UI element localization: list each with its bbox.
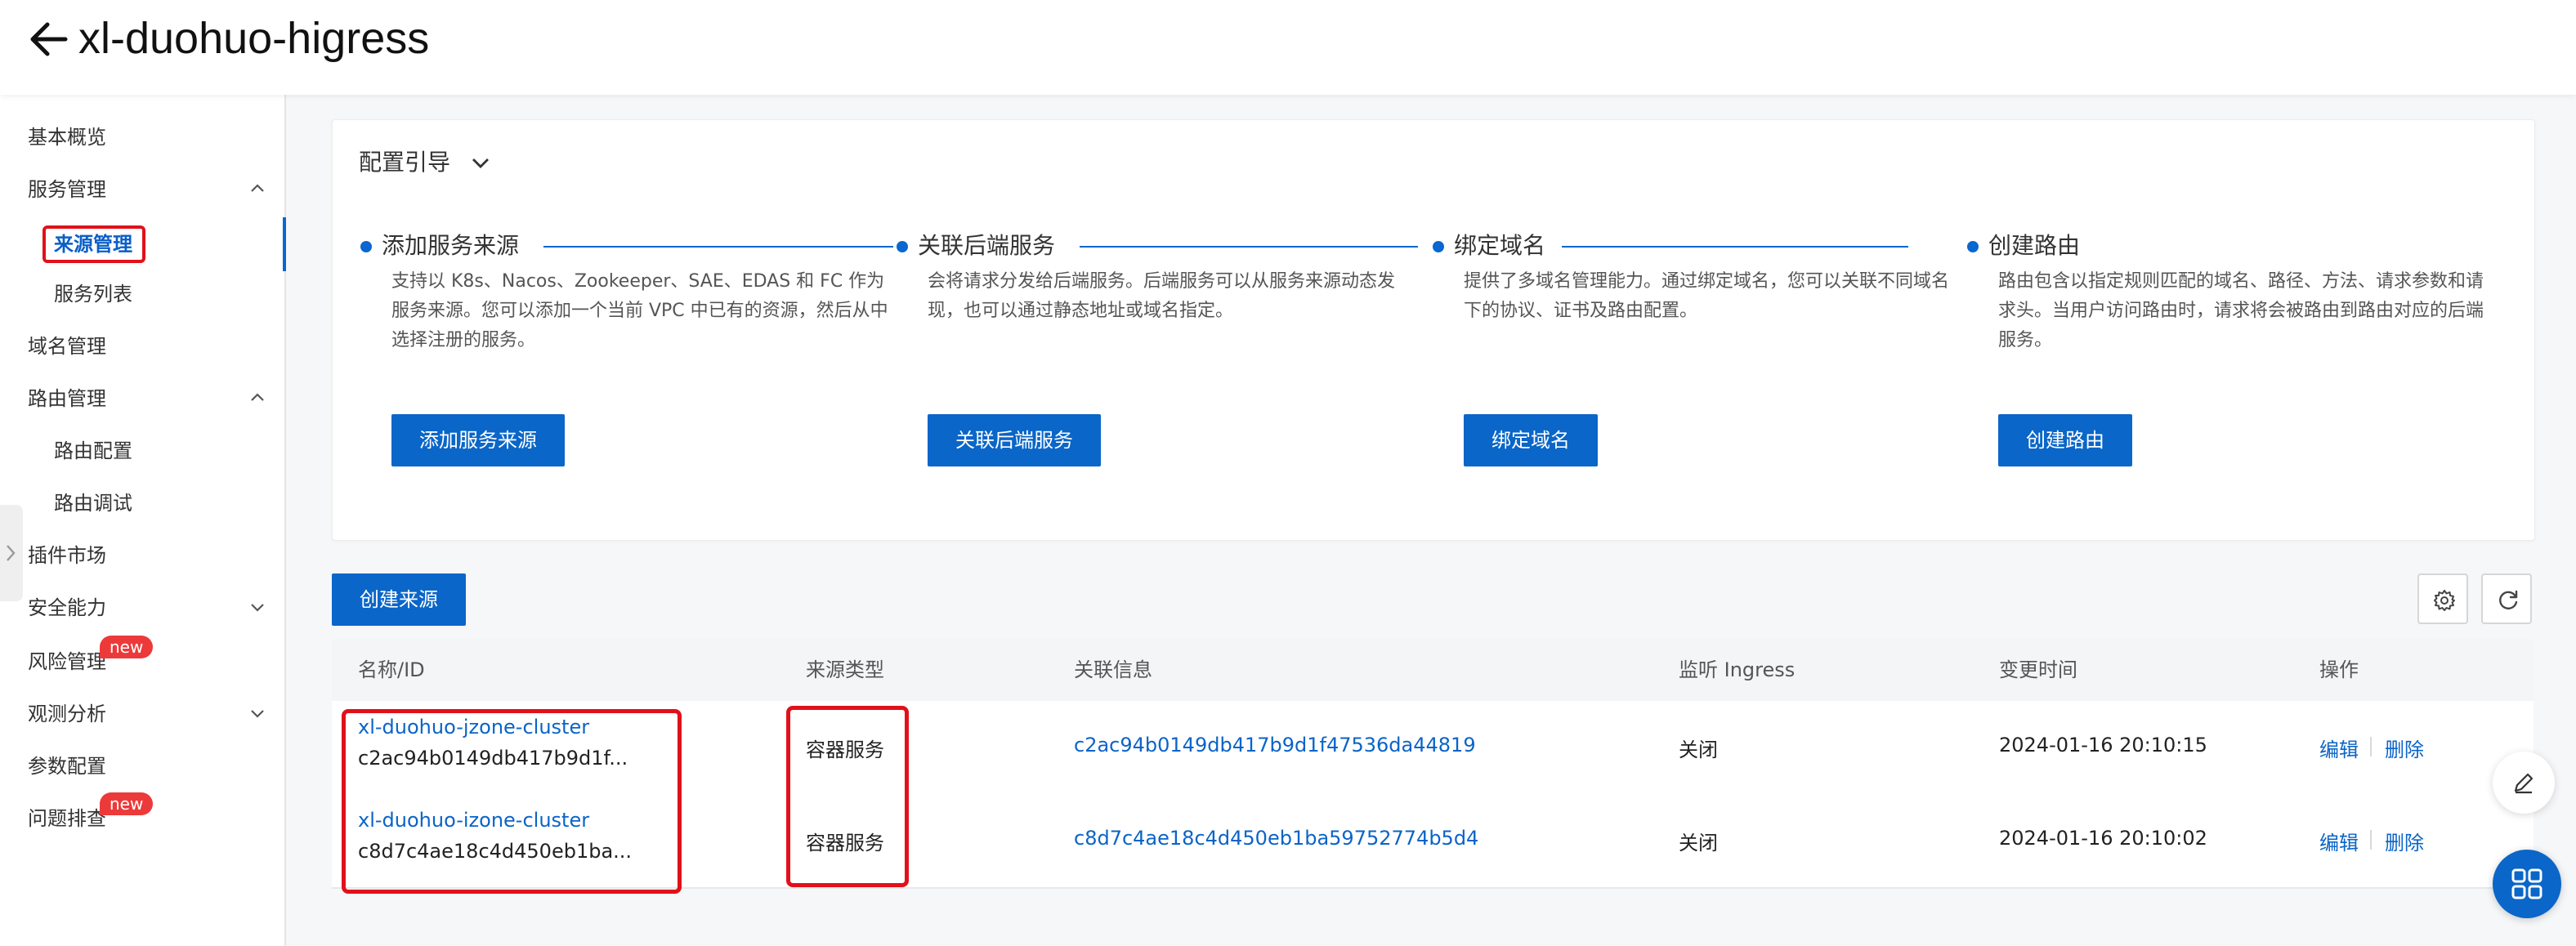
change-time: 2024-01-16 20:10:02 [1999, 827, 2207, 850]
step-description: 提供了多域名管理能力。通过绑定域名，您可以关联不同域名下的协议、证书及路由配置。 [1464, 271, 1950, 321]
refresh-button[interactable] [2481, 573, 2532, 624]
sidebar-item-route-debug[interactable]: 路由调试 [54, 487, 132, 520]
sidebar-item-risk-management[interactable]: 风险管理 [28, 645, 106, 678]
column-header-actions: 操作 [2319, 658, 2359, 681]
step-dot [897, 241, 908, 252]
refresh-icon [2499, 590, 2518, 609]
chevron-down-icon[interactable] [248, 598, 266, 616]
sidebar-item-service-list[interactable]: 服务列表 [54, 278, 132, 310]
delete-link[interactable]: 删除 [2385, 734, 2424, 762]
create-source-button[interactable]: 创建来源 [332, 573, 466, 626]
page-title: xl-duohuo-higress [78, 14, 430, 63]
chevron-down-icon[interactable] [248, 704, 266, 722]
back-arrow-icon[interactable] [29, 21, 69, 57]
step-dot [360, 241, 372, 252]
highlight-type-column [786, 706, 909, 887]
column-header-info: 关联信息 [1074, 658, 1152, 681]
sidebar-collapse-toggle[interactable] [0, 505, 23, 601]
grid-icon [2511, 868, 2542, 899]
gear-icon [2434, 590, 2455, 611]
new-badge: new [100, 636, 154, 658]
sidebar-item-domain-management[interactable]: 域名管理 [28, 330, 106, 363]
step-dot [1967, 241, 1979, 252]
step-title: 关联后端服务 [918, 232, 1056, 259]
pencil-icon [2514, 773, 2534, 794]
guide-title: 配置引导 [359, 149, 451, 176]
ingress-status: 关闭 [1679, 739, 1718, 761]
step-connector [543, 246, 893, 248]
chevron-up-icon[interactable] [248, 389, 266, 407]
action-separator [2370, 737, 2372, 756]
step-title: 绑定域名 [1454, 232, 1546, 259]
related-info-link[interactable]: c8d7c4ae18c4d450eb1ba59752774b5d4 [1074, 827, 1478, 850]
action-separator [2370, 830, 2372, 850]
sidebar-item-source-management[interactable]: 来源管理 [42, 225, 145, 263]
table-header: 名称/ID 来源类型 关联信息 监听 Ingress 变更时间 操作 [332, 639, 2534, 701]
feedback-button[interactable] [2493, 752, 2555, 814]
step-description: 会将请求分发给后端服务。后端服务可以从服务来源动态发现，也可以通过静态地址或域名… [928, 271, 1396, 321]
chevron-up-icon[interactable] [248, 180, 266, 198]
apps-menu-button[interactable] [2493, 850, 2561, 918]
change-time: 2024-01-16 20:10:15 [1999, 734, 2207, 756]
sidebar-item-plugin-market[interactable]: 插件市场 [28, 539, 106, 572]
sidebar-item-service-management[interactable]: 服务管理 [28, 173, 106, 206]
ingress-status: 关闭 [1679, 832, 1718, 855]
step-connector [1080, 246, 1418, 248]
step-title: 添加服务来源 [382, 232, 520, 259]
column-header-name: 名称/ID [358, 658, 425, 681]
sidebar-item-route-management[interactable]: 路由管理 [28, 382, 106, 415]
related-info-link[interactable]: c2ac94b0149db417b9d1f47536da44819 [1074, 734, 1476, 756]
sidebar-item-security[interactable]: 安全能力 [28, 591, 106, 624]
add-source-button[interactable]: 添加服务来源 [391, 414, 565, 466]
column-header-time: 变更时间 [1999, 658, 2077, 681]
step-connector [1562, 246, 1908, 248]
edit-link[interactable]: 编辑 [2319, 827, 2359, 855]
sidebar-item-parameters[interactable]: 参数配置 [28, 750, 106, 783]
edit-link[interactable]: 编辑 [2319, 734, 2359, 762]
step-dot [1433, 241, 1444, 252]
chevron-down-icon[interactable] [470, 153, 491, 174]
config-guide-card: 配置引导 添加服务来源 支持以 K8s、Nacos、Zookeeper、SAE、… [332, 119, 2535, 541]
column-header-ingress: 监听 Ingress [1679, 658, 1796, 681]
link-backend-service-button[interactable]: 关联后端服务 [928, 414, 1101, 466]
column-header-type: 来源类型 [806, 658, 884, 681]
create-route-button[interactable]: 创建路由 [1998, 414, 2132, 466]
step-description: 路由包含以指定规则匹配的域名、路径、方法、请求参数和请求头。当用户访问路由时，请… [1998, 271, 2484, 350]
settings-button[interactable] [2417, 573, 2468, 624]
sidebar: 基本概览 服务管理 来源管理 服务列表 域名管理 路由管理 路由配置 路由调试 … [0, 95, 286, 946]
sidebar-item-route-config[interactable]: 路由配置 [54, 435, 132, 467]
sidebar-item-label: 来源管理 [54, 233, 132, 256]
bind-domain-button[interactable]: 绑定域名 [1464, 414, 1598, 466]
chevron-right-icon [7, 545, 16, 561]
step-title: 创建路由 [1988, 232, 2081, 259]
new-badge: new [100, 792, 154, 815]
sidebar-item-troubleshooting[interactable]: 问题排查 [28, 802, 106, 835]
sidebar-item-observability[interactable]: 观测分析 [28, 698, 106, 730]
step-description: 支持以 K8s、Nacos、Zookeeper、SAE、EDAS 和 FC 作为… [391, 271, 888, 350]
highlight-name-column [342, 709, 682, 894]
delete-link[interactable]: 删除 [2385, 827, 2424, 855]
page-header: xl-duohuo-higress [0, 0, 2576, 95]
sidebar-item-overview[interactable]: 基本概览 [28, 121, 106, 154]
